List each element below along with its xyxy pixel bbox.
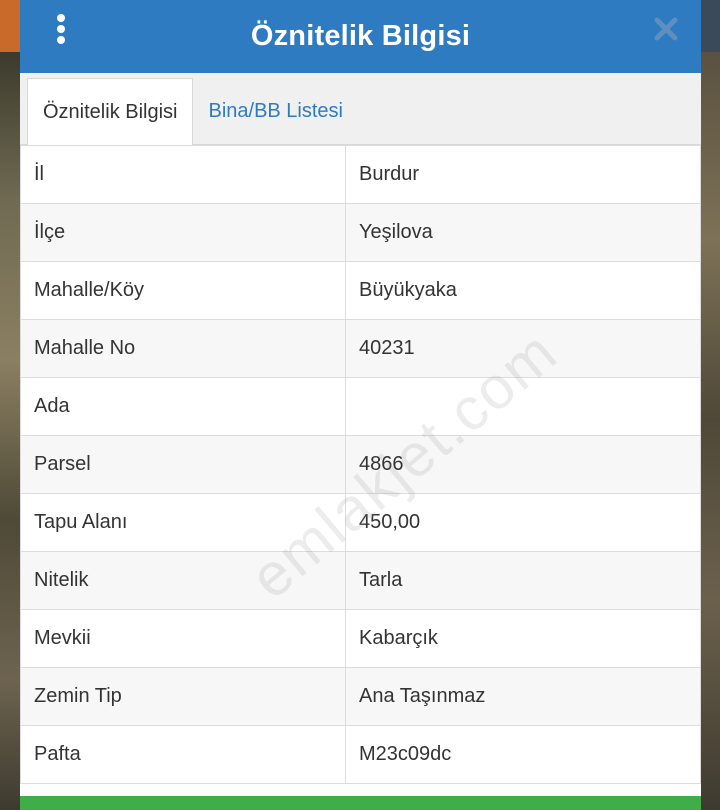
tab-attribute-info[interactable]: Öznitelik Bilgisi (27, 78, 194, 145)
table-row: Mahalle/Köy Büyükyaka (20, 261, 701, 320)
attribute-key: Ada (20, 377, 346, 436)
attribute-value (345, 377, 701, 436)
attribute-key: Nitelik (20, 551, 346, 610)
attribute-key: Mevkii (20, 609, 346, 668)
table-row: Mevkii Kabarçık (20, 609, 701, 668)
attribute-key: Parsel (20, 435, 346, 494)
table-row: Zemin Tip Ana Taşınmaz (20, 667, 701, 726)
attribute-value: 450,00 (345, 493, 701, 552)
attribute-key: İlçe (20, 203, 346, 262)
attribute-key: Mahalle/Köy (20, 261, 346, 320)
table-row: Tapu Alanı 450,00 (20, 493, 701, 552)
table-row: Pafta M23c09dc (20, 725, 701, 784)
dialog-title: Öznitelik Bilgisi (250, 20, 471, 52)
attribute-key: Tapu Alanı (20, 493, 346, 552)
vertical-dots-icon[interactable] (50, 14, 72, 44)
table-row: Ada (20, 377, 701, 436)
attribute-key: Pafta (20, 725, 346, 784)
attribute-info-dialog: Öznitelik Bilgisi Öznitelik Bilgisi Bina… (20, 0, 701, 810)
attribute-value: Ana Taşınmaz (345, 667, 701, 726)
attribute-key: Zemin Tip (20, 667, 346, 726)
attribute-value: M23c09dc (345, 725, 701, 784)
attribute-value: Tarla (345, 551, 701, 610)
map-background-left (0, 0, 20, 810)
table-row: Nitelik Tarla (20, 551, 701, 610)
attribute-value: 40231 (345, 319, 701, 378)
close-icon[interactable] (653, 16, 679, 42)
table-row: İl Burdur (20, 145, 701, 204)
dialog-header: Öznitelik Bilgisi (20, 0, 701, 73)
attribute-value: Büyükyaka (345, 261, 701, 320)
map-background-right (700, 0, 720, 810)
tab-building-list[interactable]: Bina/BB Listesi (193, 78, 358, 144)
tab-bar: Öznitelik Bilgisi Bina/BB Listesi (20, 73, 701, 145)
attribute-value: 4866 (345, 435, 701, 494)
attribute-value: Burdur (345, 145, 701, 204)
attribute-key: Mahalle No (20, 319, 346, 378)
table-row: Mahalle No 40231 (20, 319, 701, 378)
table-row: Parsel 4866 (20, 435, 701, 494)
attribute-value: Yeşilova (345, 203, 701, 262)
attribute-key: İl (20, 145, 346, 204)
attribute-value: Kabarçık (345, 609, 701, 668)
table-row: İlçe Yeşilova (20, 203, 701, 262)
attribute-table: İl Burdur İlçe Yeşilova Mahalle/Köy Büyü… (20, 145, 701, 784)
footer-action-bar[interactable] (20, 796, 701, 810)
